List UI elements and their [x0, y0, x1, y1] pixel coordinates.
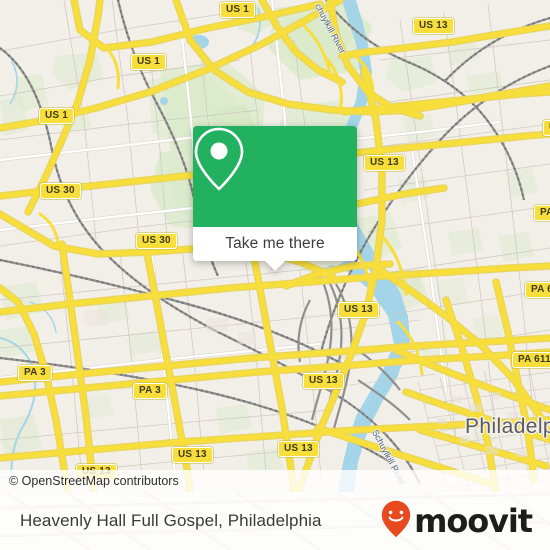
moovit-logo[interactable]: moovit — [381, 500, 550, 543]
road-shield-us-13: US 13 — [172, 447, 213, 463]
road-shield-pa-3: PA 3 — [18, 365, 52, 381]
road-shield-us-13: US 13 — [364, 155, 405, 171]
road-shield-us-13: US 13 — [413, 18, 454, 34]
take-me-there-label: Take me there — [225, 235, 325, 252]
road-shield-us-1: US 1 — [39, 108, 75, 124]
callout-image-panel — [193, 126, 357, 227]
attribution-text: © OpenStreetMap contributors — [9, 474, 179, 488]
place-title: Heavenly Hall Full Gospel, Philadelphia — [20, 511, 322, 530]
road-shield-us-1: US 1 — [220, 2, 256, 18]
road-shield-us: US — [543, 120, 550, 136]
road-shield-pa-6: PA 6 — [525, 282, 550, 298]
road-shield-us-30: US 30 — [136, 233, 177, 249]
road-shield-us-13: US 13 — [278, 441, 319, 457]
map-attribution: © OpenStreetMap contributors — [0, 470, 550, 492]
city-label-philadelphia: Philadelphia — [465, 415, 550, 438]
take-me-there-button[interactable]: Take me there — [193, 227, 357, 271]
map-canvas[interactable]: .rdc{stroke:#e8d45e;fill:none;stroke-lin… — [0, 0, 550, 492]
moovit-map-screenshot: .rdc{stroke:#e8d45e;fill:none;stroke-lin… — [0, 0, 550, 550]
moovit-smiley-pin-icon — [381, 500, 411, 543]
road-shield-us-13: US 13 — [338, 302, 379, 318]
moovit-wordmark: moovit — [414, 502, 533, 540]
road-shield-pa-611: PA 611 — [512, 352, 550, 368]
footer-bar: Heavenly Hall Full Gospel, Philadelphia … — [0, 492, 550, 550]
road-shield-pa-3: PA 3 — [133, 383, 167, 399]
road-shield-us-13: US 13 — [303, 373, 344, 389]
road-shield-us-30: US 30 — [40, 183, 81, 199]
callout-pointer-tail — [264, 260, 286, 271]
road-shield-us-1: US 1 — [131, 54, 167, 70]
road-shield-pa: PA — [534, 205, 550, 221]
take-me-there-callout[interactable]: Take me there — [193, 126, 357, 271]
